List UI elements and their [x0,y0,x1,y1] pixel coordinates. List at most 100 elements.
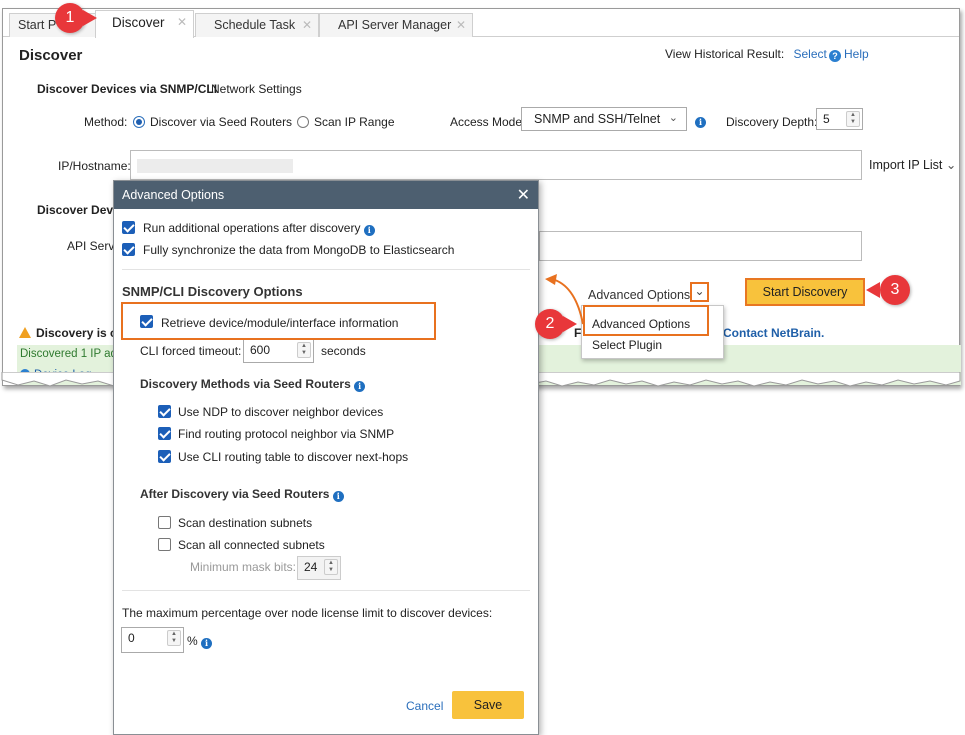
run-additional-text: Run additional operations after discover… [143,221,361,235]
method-routing-label: Find routing protocol neighbor via SNMP [178,427,395,441]
tab-label: Discover [112,15,165,30]
chevron-down-icon: ⌄ [668,112,678,124]
method-scan-ip[interactable]: Scan IP Range [297,115,395,129]
method-seed-routers[interactable]: Discover via Seed Routers [133,115,292,129]
info-icon[interactable]: i [201,638,213,649]
min-mask-stepper[interactable]: 24 ▲ ▼ [297,556,341,580]
view-historical: View Historical Result: Select [665,47,827,61]
close-icon[interactable]: ✕ [517,185,530,205]
radio-selected[interactable] [133,116,145,128]
discovery-depth-stepper[interactable]: 5 ▲ ▼ [816,108,863,130]
advanced-options-toggle[interactable]: ⌄ [690,282,709,302]
method-option-label: Discover via Seed Routers [150,115,293,129]
discovery-depth-label: Discovery Depth: [726,115,818,129]
snmp-section-title: Discover Devices via SNMP/CLI [37,82,218,96]
step-badge-2: 2 [535,309,565,339]
max-pct-unit: % i [187,634,213,649]
tab-label: Start P [18,18,57,32]
dropdown-item-select-plugin[interactable]: Select Plugin [592,338,662,352]
close-icon[interactable]: ✕ [177,15,187,29]
run-additional-label: Run additional operations after discover… [143,221,375,236]
max-pct-stepper[interactable]: 0 ▲ ▼ [121,627,184,653]
info-icon[interactable]: i [354,381,366,392]
method-routing-checkbox[interactable] [158,427,171,440]
page-title: Discover [19,47,83,64]
stepper-arrows-icon[interactable]: ▲ ▼ [324,559,338,575]
select-link[interactable]: Select [794,47,827,61]
warning-message: Discovery is co [19,326,124,340]
start-discovery-button[interactable]: Start Discovery [745,278,865,306]
access-mode-select[interactable]: SNMP and SSH/Telnet ⌄ [521,107,687,131]
tab-schedule-task[interactable]: Schedule Task ✕ [195,13,319,37]
chevron-down-icon: ⌄ [694,284,705,298]
run-additional-checkbox[interactable] [122,221,135,234]
tab-api-server-manager[interactable]: API Server Manager ✕ [319,13,473,37]
access-mode-info[interactable]: i [695,113,706,128]
badge-pointer-icon [866,282,880,298]
discovery-methods-text: Discovery Methods via Seed Routers [140,377,351,391]
tab-bar: Start P Discover ✕ Schedule Task ✕ API S… [3,9,959,38]
tab-discover[interactable]: Discover ✕ [95,10,194,38]
ip-hostname-label: IP/Hostname: [58,159,131,173]
divider [122,269,530,270]
discovery-depth-value: 5 [823,112,830,126]
method-ndp-label: Use NDP to discover neighbor devices [178,405,384,419]
help-icon: ? [829,50,841,62]
tab-label: Schedule Task [214,18,296,32]
max-pct-label: The maximum percentage over node license… [122,606,493,620]
info-icon: i [695,117,706,128]
scan-all-checkbox[interactable] [158,538,171,551]
view-historical-label: View Historical Result: [665,47,785,61]
api-server-input[interactable] [539,231,862,261]
discovered-text: Discovered 1 IP add [20,348,124,360]
discovery-methods-heading: Discovery Methods via Seed Routers i [140,377,366,392]
help-label: Help [844,47,869,61]
cli-timeout-stepper[interactable]: 600 ▲ ▼ [243,339,314,363]
info-icon[interactable]: i [332,491,344,502]
method-cli-label: Use CLI routing table to discover next-h… [178,450,409,464]
help-link[interactable]: ? Help [829,47,869,62]
min-mask-label: Minimum mask bits: [190,560,297,574]
tab-label: API Server Manager [338,18,452,32]
after-discovery-heading: After Discovery via Seed Routers i [140,487,344,502]
save-button[interactable]: Save [452,691,524,719]
cli-timeout-label: CLI forced timeout: [140,344,242,358]
method-ndp-checkbox[interactable] [158,405,171,418]
api-section-title: Discover Devic [37,203,124,217]
network-settings-link[interactable]: Network Settings [211,82,302,96]
import-ip-list[interactable]: Import IP List ⌄ [869,157,956,172]
divider [122,590,530,591]
max-pct-value: 0 [128,631,135,645]
warning-icon [19,327,31,338]
cancel-button[interactable]: Cancel [406,699,443,713]
badge-pointer-icon [83,10,97,26]
scan-all-label: Scan all connected subnets [178,538,325,552]
dialog-header: Advanced Options ✕ [114,181,538,209]
cli-timeout-unit: seconds [321,344,366,358]
redacted-value [137,159,293,173]
stepper-arrows-icon[interactable]: ▲ ▼ [846,111,860,127]
close-icon[interactable]: ✕ [302,18,312,32]
ip-hostname-input[interactable] [130,150,862,180]
close-icon[interactable]: ✕ [456,18,466,32]
sync-mongo-label: Fully synchronize the data from MongoDB … [143,243,455,257]
info-icon[interactable]: i [363,225,375,236]
badge-pointer-icon [563,316,577,332]
stepper-arrows-icon[interactable]: ▲ ▼ [167,630,181,646]
sync-mongo-checkbox[interactable] [122,243,135,256]
advanced-options-dialog: Advanced Options ✕ Run additional operat… [113,180,539,735]
import-ip-list-label: Import IP List [869,158,943,172]
min-mask-value: 24 [304,560,318,574]
method-label: Method: [84,115,128,129]
scan-dest-checkbox[interactable] [158,516,171,529]
step-badge-1: 1 [55,3,85,33]
chevron-down-icon: ⌄ [945,158,957,172]
method-cli-checkbox[interactable] [158,450,171,463]
radio-unselected[interactable] [297,116,309,128]
warning-text: Discovery is co [36,326,125,340]
access-mode-label: Access Mode: [450,115,526,129]
contact-netbrain-link[interactable]: Contact NetBrain. [723,326,824,340]
method-option-label: Scan IP Range [314,115,395,129]
stepper-arrows-icon[interactable]: ▲ ▼ [297,342,311,358]
step-badge-3: 3 [880,275,910,305]
